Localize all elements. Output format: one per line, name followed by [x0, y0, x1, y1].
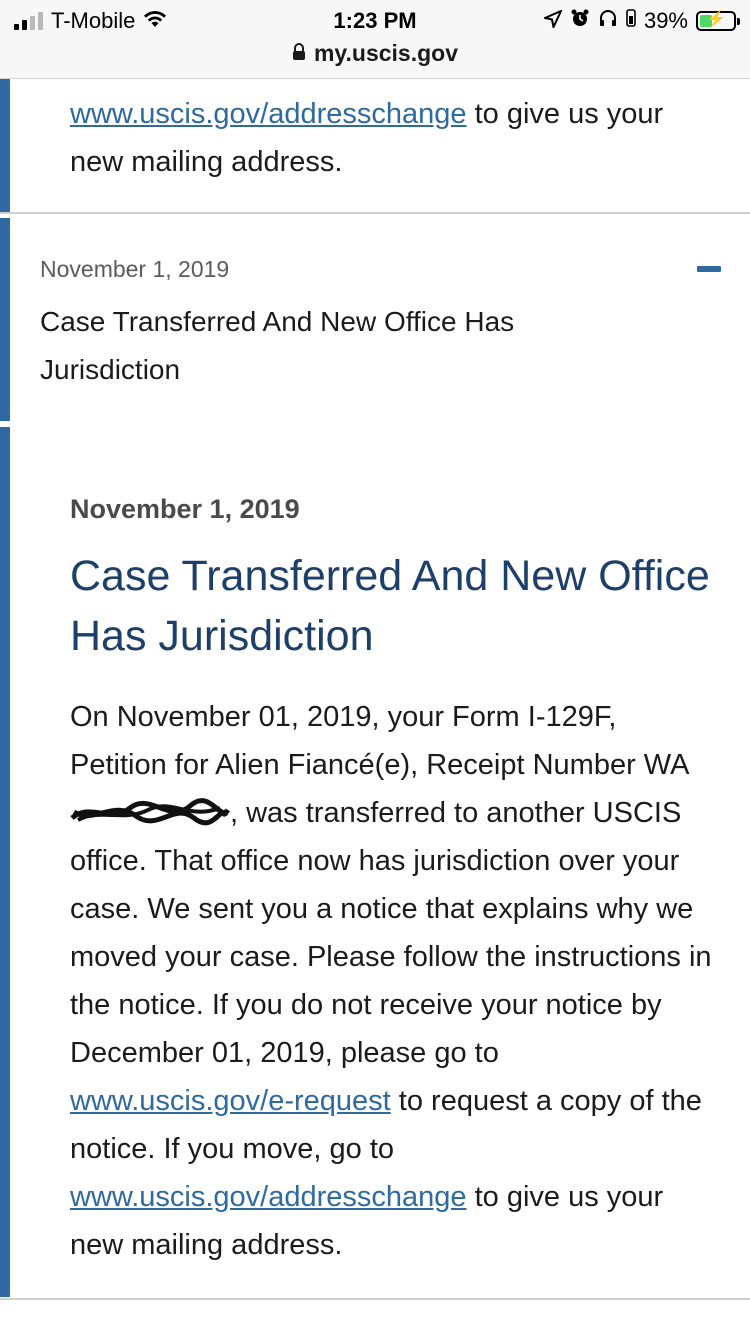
- detail-date: November 1, 2019: [70, 494, 300, 524]
- redaction-scribble-icon: [70, 798, 230, 828]
- detail-accent: [0, 427, 10, 1297]
- detail-body-part2: , was transferred to another USCIS offic…: [70, 797, 712, 1069]
- rotation-lock-icon: [626, 8, 636, 34]
- url-text: my.uscis.gov: [313, 40, 459, 66]
- address-change-link-2[interactable]: www.uscis.gov/addresschange: [70, 1181, 467, 1213]
- battery-percent: 39%: [643, 8, 688, 33]
- history-entry-date: November 1, 2019: [40, 256, 230, 282]
- history-entry-title[interactable]: Case Transferred And New Office Has Juri…: [40, 298, 600, 394]
- status-bar: T-Mobile 1:23 PM 39% ⚡ my.uscis.gov: [0, 0, 750, 79]
- history-entry-accent: [0, 218, 10, 421]
- divider: [0, 212, 750, 214]
- alarm-clock-icon: [570, 8, 590, 34]
- previous-entry-text: www.uscis.gov/addresschange to give us y…: [70, 90, 720, 186]
- e-request-link[interactable]: www.uscis.gov/e-request: [70, 1085, 391, 1117]
- status-right: 39% ⚡: [541, 8, 740, 34]
- previous-entry-accent: [0, 79, 10, 212]
- bottom-divider: [0, 1298, 750, 1300]
- address-bar[interactable]: my.uscis.gov: [0, 40, 750, 67]
- location-arrow-icon: [541, 8, 563, 34]
- battery-icon: ⚡: [696, 11, 740, 31]
- lock-icon: [292, 43, 306, 66]
- headphones-icon: [598, 8, 618, 34]
- detail-body-part1: On November 01, 2019, your Form I-129F, …: [70, 701, 690, 781]
- address-change-link[interactable]: www.uscis.gov/addresschange: [70, 98, 467, 130]
- detail-title: Case Transferred And New Office Has Juri…: [70, 552, 710, 660]
- detail-body: On November 01, 2019, your Form I-129F, …: [70, 693, 720, 1269]
- collapse-toggle-button[interactable]: [697, 266, 721, 272]
